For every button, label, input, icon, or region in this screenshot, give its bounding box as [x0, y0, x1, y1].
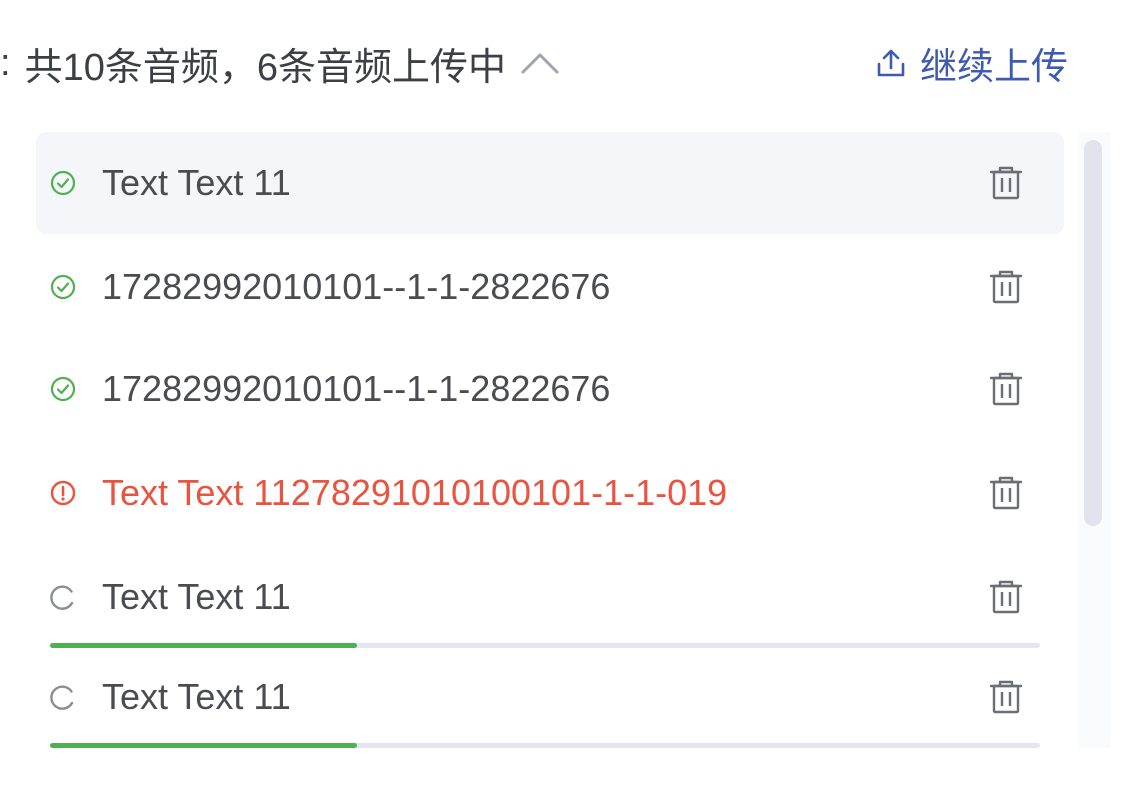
check-circle-icon — [50, 170, 76, 196]
exclamation-circle-icon — [50, 480, 76, 506]
continue-upload-button[interactable]: 继续上传 — [876, 28, 1068, 98]
file-name: Text Text 11 — [102, 676, 291, 717]
file-name: Text Text 11 — [102, 576, 291, 617]
upload-progress-bar — [50, 743, 1040, 748]
trash-icon[interactable] — [986, 473, 1026, 513]
upload-icon — [876, 48, 906, 78]
trash-icon[interactable] — [986, 267, 1026, 307]
check-circle-icon — [50, 274, 76, 300]
list-item[interactable]: Text Text 1127829101010010​1-1-1-019 — [36, 442, 1064, 544]
upload-summary: : 共10条音频，6条音频上传中 — [0, 28, 560, 98]
loading-icon — [50, 684, 76, 710]
file-name: 17282992010101--1-1-2822676 — [102, 368, 611, 409]
file-name: Text Text 11 — [102, 162, 291, 203]
loading-icon — [50, 584, 76, 610]
upload-header: : 共10条音频，6条音频上传中 继续上传 — [0, 28, 1126, 98]
list-item[interactable]: 17282992010101--1-1-2822676 — [36, 338, 1064, 440]
scrollbar-track[interactable] — [1078, 132, 1110, 748]
trash-icon[interactable] — [986, 577, 1026, 617]
summary-text: 共10条音频，6条音频上传中 — [24, 46, 506, 89]
list-item[interactable]: 17282992010101--1-1-2822676 — [36, 236, 1064, 338]
trash-icon[interactable] — [986, 369, 1026, 409]
summary-colon: : — [0, 41, 11, 84]
list-item[interactable]: Text Text 11 — [36, 646, 1064, 748]
list-item[interactable]: Text Text 11 — [36, 132, 1064, 234]
trash-icon[interactable] — [986, 163, 1026, 203]
chevron-up-icon[interactable] — [520, 51, 560, 75]
upload-progress-fill — [50, 743, 357, 748]
trash-icon[interactable] — [986, 677, 1026, 717]
continue-upload-label: 继续上传 — [920, 46, 1068, 87]
upload-file-list: Text Text 11 17282992010101--1-1-2822676 — [36, 132, 1068, 748]
check-circle-icon — [50, 376, 76, 402]
file-name: Text Text 1127829101010010​1-1-1-019 — [102, 472, 728, 513]
list-item[interactable]: Text Text 11 — [36, 546, 1064, 648]
file-name: 17282992010101--1-1-2822676 — [102, 266, 611, 307]
scrollbar-thumb[interactable] — [1084, 140, 1102, 526]
